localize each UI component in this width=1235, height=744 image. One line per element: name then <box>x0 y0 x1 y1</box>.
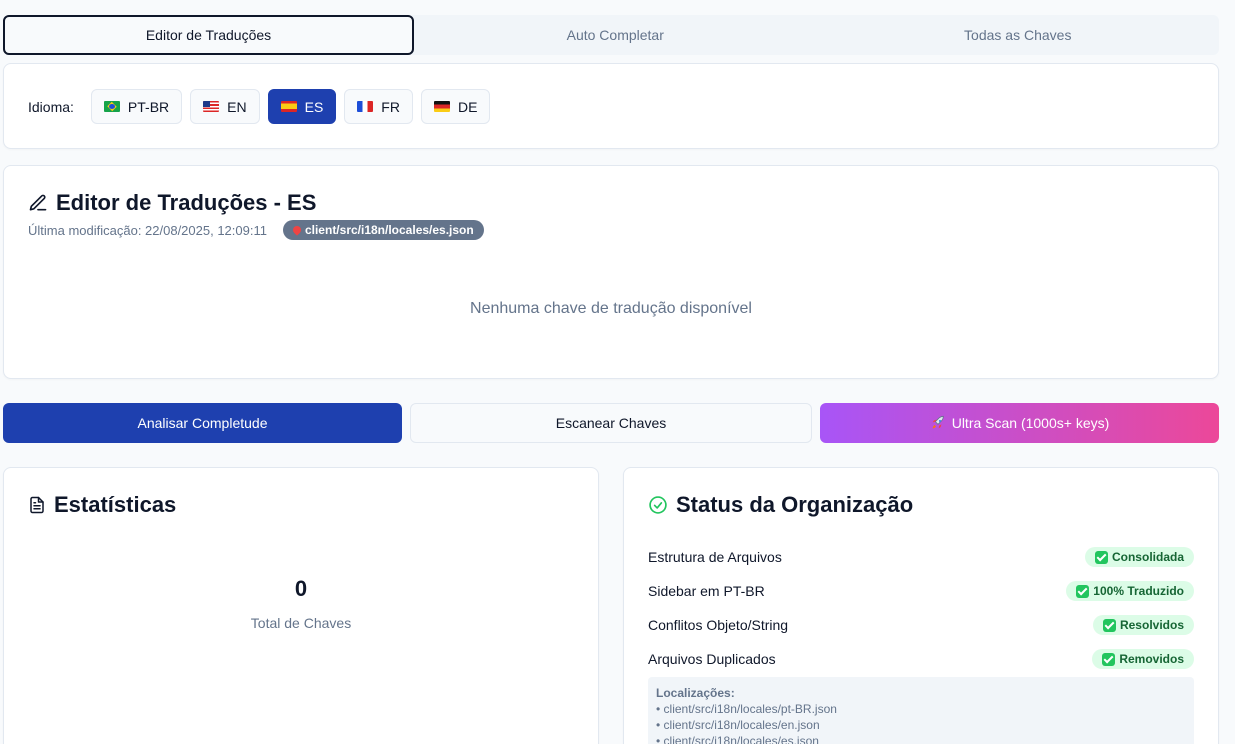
document-icon <box>28 496 46 514</box>
ultra-scan-button[interactable]: Ultra Scan (1000s+ keys) <box>820 403 1219 443</box>
check-circle-icon <box>648 495 668 515</box>
locations-panel: Localizações: • client/src/i18n/locales/… <box>648 677 1194 744</box>
file-path: client/src/i18n/locales/es.json <box>304 223 474 237</box>
language-button-pt-br[interactable]: PT-BR <box>90 89 183 124</box>
status-badge-text: 100% Traduzido <box>1093 584 1184 598</box>
check-mark-icon <box>1094 550 1108 564</box>
status-badge: Consolidada <box>1084 547 1194 567</box>
status-row-label: Arquivos Duplicados <box>648 651 776 667</box>
last-modified: Última modificação: 22/08/2025, 12:09:11 <box>28 222 267 238</box>
status-row-label: Sidebar em PT-BR <box>648 583 765 599</box>
statistics-heading: Estatísticas <box>28 492 176 518</box>
organization-status-card: Status da Organização Estrutura de Arqui… <box>623 467 1219 744</box>
translation-editor-card: Editor de Traduções - ES Última modifica… <box>3 165 1219 379</box>
status-badge-text: Resolvidos <box>1119 618 1184 632</box>
language-code: DE <box>457 98 478 115</box>
status-badge: Removidos <box>1092 649 1194 669</box>
check-mark-icon <box>1102 652 1116 666</box>
button-label: Analisar Completude <box>137 415 268 431</box>
status-title: Status da Organização <box>676 492 914 517</box>
status-badge-text: Removidos <box>1119 652 1184 666</box>
status-badge-text: Consolidada <box>1111 550 1184 564</box>
status-row-label: Conflitos Objeto/String <box>648 617 789 633</box>
language-label: Idioma: <box>28 98 74 115</box>
location-item: • client/src/i18n/locales/es.json <box>656 734 819 744</box>
rocket-icon <box>930 415 946 431</box>
language-code: EN <box>227 98 247 115</box>
empty-state-message: Nenhuma chave de tradução disponível <box>470 300 752 317</box>
locations-title: Localizações: <box>656 686 735 700</box>
check-mark-icon <box>1076 584 1090 598</box>
language-button-fr[interactable]: FR <box>344 89 413 124</box>
button-label: Ultra Scan (1000s+ keys) <box>951 415 1110 431</box>
status-list: Estrutura de Arquivos Consolidada Sideba… <box>648 540 1194 676</box>
total-keys-value: 0 <box>294 576 308 601</box>
status-row: Sidebar em PT-BR 100% Traduzido <box>648 574 1194 608</box>
file-path-badge: client/src/i18n/locales/es.json <box>282 220 484 240</box>
pencil-icon <box>28 193 48 213</box>
germany-flag-icon <box>433 101 450 112</box>
tab-editor-de-traducoes[interactable]: Editor de Traduções <box>3 15 414 55</box>
brazil-flag-icon <box>103 101 120 112</box>
status-row: Estrutura de Arquivos Consolidada <box>648 540 1194 574</box>
tab-todas-as-chaves[interactable]: Todas as Chaves <box>817 15 1220 55</box>
status-row: Arquivos Duplicados Removidos <box>648 642 1194 676</box>
editor-title: Editor de Traduções - ES <box>56 190 317 215</box>
status-badge: 100% Traduzido <box>1066 581 1194 601</box>
language-button-de[interactable]: DE <box>420 89 491 124</box>
usa-flag-icon <box>203 101 220 112</box>
statistics-card: Estatísticas 0 Total de Chaves <box>3 467 599 744</box>
editor-heading: Editor de Traduções - ES <box>28 190 316 216</box>
status-heading: Status da Organização <box>648 492 913 518</box>
statistics-title: Estatísticas <box>54 492 177 517</box>
location-item: • client/src/i18n/locales/pt-BR.json <box>656 702 837 716</box>
france-flag-icon <box>357 101 374 112</box>
status-badge: Resolvidos <box>1092 615 1194 635</box>
language-button-es[interactable]: ES <box>267 89 337 124</box>
pin-icon <box>291 224 303 236</box>
check-mark-icon <box>1102 618 1116 632</box>
total-keys-label: Total de Chaves <box>250 615 352 631</box>
language-code: PT-BR <box>127 98 170 115</box>
main-tabs: Editor de Traduções Auto Completar Todas… <box>3 15 1219 55</box>
language-selector: Idioma: PT-BR EN ES FR DE <box>28 89 491 124</box>
spain-flag-icon <box>280 101 297 112</box>
scan-keys-button[interactable]: Escanear Chaves <box>410 403 812 443</box>
language-button-en[interactable]: EN <box>190 89 260 124</box>
analyze-completeness-button[interactable]: Analisar Completude <box>3 403 402 443</box>
language-code: ES <box>304 98 324 115</box>
language-selector-card: Idioma: PT-BR EN ES FR DE <box>3 63 1219 149</box>
editor-meta: Última modificação: 22/08/2025, 12:09:11… <box>28 220 484 240</box>
button-label: Escanear Chaves <box>555 415 667 431</box>
tab-auto-completar[interactable]: Auto Completar <box>414 15 817 55</box>
language-code: FR <box>381 98 400 115</box>
location-item: • client/src/i18n/locales/en.json <box>656 718 820 732</box>
status-row: Conflitos Objeto/String Resolvidos <box>648 608 1194 642</box>
status-row-label: Estrutura de Arquivos <box>648 549 782 565</box>
